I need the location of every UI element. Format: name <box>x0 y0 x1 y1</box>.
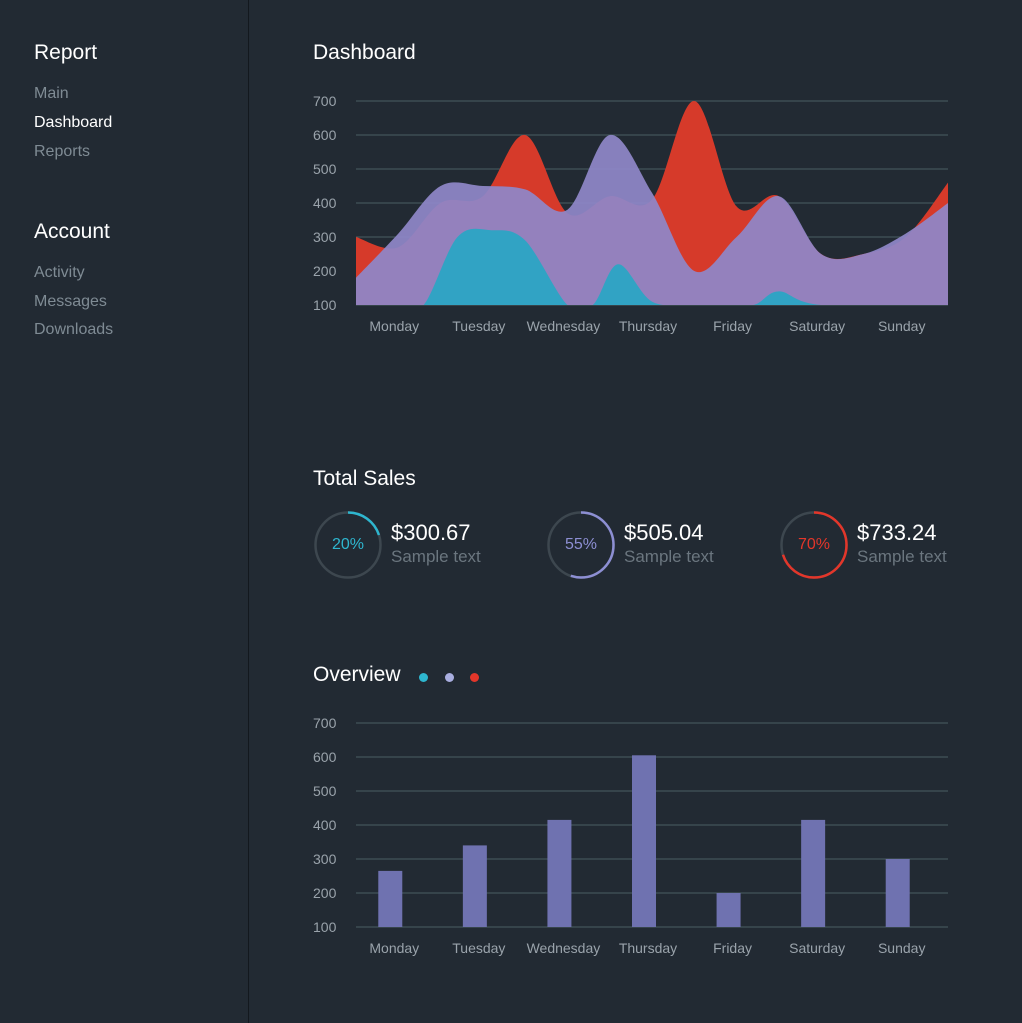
x-tick-label: Monday <box>369 940 419 956</box>
nav-item-activity[interactable]: Activity <box>34 264 85 282</box>
y-tick-label: 500 <box>313 783 337 799</box>
y-tick-label: 300 <box>313 851 337 867</box>
legend-dot-red[interactable] <box>470 673 479 682</box>
kpi-percent-2: 55% <box>564 536 598 553</box>
x-tick-label: Thursday <box>619 940 677 956</box>
bar-friday <box>716 893 741 927</box>
bar-monday <box>378 870 403 927</box>
x-tick-label: Saturday <box>789 940 845 956</box>
x-tick-label: Saturday <box>789 318 845 334</box>
kpi-percent-3: 70% <box>797 536 831 553</box>
y-tick-label: 100 <box>313 297 337 313</box>
dashboard-area-chart: 100 200 300 400 500 600 700 Monday Tuesday Wednes… <box>313 93 948 334</box>
kpi-subtext-2: Sample text <box>624 547 714 566</box>
sales-kpi-3: 70% $733.24 Sample text <box>779 510 979 590</box>
sidebar: Report Main Dashboard Reports Account Ac… <box>0 0 249 1023</box>
dashboard-title: Dashboard <box>313 41 416 64</box>
legend-dot-cyan[interactable] <box>419 673 428 682</box>
kpi-value-3: $733.24 <box>857 520 937 545</box>
bar-thursday <box>632 755 656 927</box>
y-tick-label: 600 <box>313 127 337 143</box>
overview-title: Overview <box>313 663 401 686</box>
x-tick-label: Wednesday <box>527 940 601 956</box>
sales-kpi-2: 55% $505.04 Sample text <box>546 510 746 590</box>
kpi-subtext-3: Sample text <box>857 547 947 566</box>
nav-heading-report: Report <box>34 41 98 64</box>
x-tick-label: Monday <box>369 318 419 334</box>
nav-item-messages[interactable]: Messages <box>34 293 107 311</box>
x-tick-label: Friday <box>713 940 752 956</box>
y-tick-label: 100 <box>313 919 337 935</box>
y-tick-label: 700 <box>313 715 337 731</box>
bar-saturday <box>801 819 826 927</box>
y-tick-label: 400 <box>313 817 337 833</box>
sales-kpi-1: 20% $300.67 Sample text <box>313 510 513 590</box>
nav-heading-account: Account <box>34 220 110 243</box>
x-tick-label: Friday <box>713 318 752 334</box>
main-content: Dashboard 100 200 300 400 500 600 700 Monday Tue… <box>249 0 1022 1023</box>
y-tick-label: 300 <box>313 229 337 245</box>
overview-bar-chart: 100 200 300 400 500 600 700 Monday Tuesday Wednes… <box>313 715 948 956</box>
x-tick-label: Sunday <box>878 318 925 334</box>
y-tick-label: 500 <box>313 161 337 177</box>
x-tick-label: Thursday <box>619 318 677 334</box>
x-tick-label: Tuesday <box>452 940 505 956</box>
y-tick-label: 200 <box>313 263 337 279</box>
y-tick-label: 400 <box>313 195 337 211</box>
bar-sunday <box>885 859 910 927</box>
legend-dot-purple[interactable] <box>445 673 454 682</box>
nav-item-dashboard[interactable]: Dashboard <box>34 114 112 132</box>
bar-wednesday <box>547 819 572 927</box>
kpi-percent-1: 20% <box>331 536 365 553</box>
total-sales-title: Total Sales <box>313 467 416 490</box>
x-tick-label: Sunday <box>878 940 925 956</box>
nav-item-main[interactable]: Main <box>34 85 69 103</box>
kpi-value-1: $300.67 <box>391 520 471 545</box>
x-tick-label: Tuesday <box>452 318 505 334</box>
nav-item-reports[interactable]: Reports <box>34 143 90 161</box>
y-tick-label: 700 <box>313 93 337 109</box>
nav-item-downloads[interactable]: Downloads <box>34 321 113 339</box>
x-tick-label: Wednesday <box>527 318 601 334</box>
y-tick-label: 200 <box>313 885 337 901</box>
kpi-subtext-1: Sample text <box>391 547 481 566</box>
y-tick-label: 600 <box>313 749 337 765</box>
bar-tuesday <box>462 845 487 927</box>
kpi-value-2: $505.04 <box>624 520 704 545</box>
